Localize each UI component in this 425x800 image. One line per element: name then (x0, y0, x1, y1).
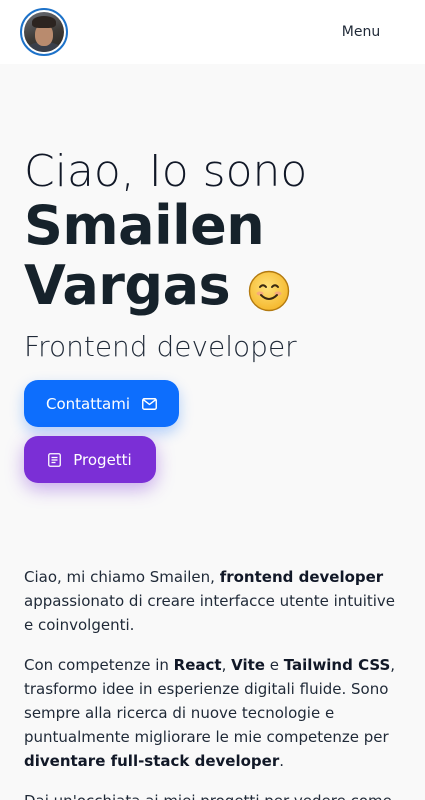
contact-button[interactable]: Contattami (24, 380, 179, 427)
about-text: e (264, 656, 284, 674)
about-text: appassionato di creare interfacce utente… (24, 592, 396, 634)
contact-button-label: Contattami (46, 394, 130, 413)
projects-button-label: Progetti (73, 450, 132, 469)
about-text: Ciao, mi chiamo Smailen, (24, 568, 220, 586)
avatar-photo (24, 12, 64, 52)
about-highlight: diventare full-stack developer (24, 752, 280, 770)
about-text: Con competenze in (24, 656, 174, 674)
menu-button[interactable]: Menu (335, 20, 387, 44)
about-highlight: frontend developer (219, 568, 384, 586)
hero-role: Frontend developer (24, 330, 297, 363)
about-text: , (221, 656, 232, 674)
projects-button[interactable]: Progetti (24, 436, 156, 483)
about-highlight: Vite (231, 656, 265, 674)
about-highlight: Tailwind CSS (283, 656, 391, 674)
hero-greeting: Ciao, Io sono (24, 146, 308, 197)
smiling-face-emoji-icon (248, 264, 290, 312)
about-paragraph-3: Dai un'occhiata ai miei progetti per ved… (24, 789, 396, 800)
about-highlight: React (173, 656, 222, 674)
hero-name: Smailen Vargas (24, 196, 404, 316)
about-paragraph-1: Ciao, mi chiamo Smailen, frontend develo… (24, 565, 396, 637)
about-paragraph-2: Con competenze in React, Vite e Tailwind… (24, 653, 396, 773)
about-text: . (279, 752, 285, 770)
about-text: Dai un'occhiata ai miei progetti per ved… (24, 792, 392, 800)
mail-icon (142, 397, 157, 410)
hero-name-first: Smailen (24, 194, 265, 257)
hero-name-last: Vargas (24, 254, 231, 317)
hero-name-last-row: Vargas (24, 256, 404, 316)
document-icon (48, 452, 62, 467)
site-header: Menu (0, 0, 425, 64)
avatar[interactable] (20, 8, 68, 56)
